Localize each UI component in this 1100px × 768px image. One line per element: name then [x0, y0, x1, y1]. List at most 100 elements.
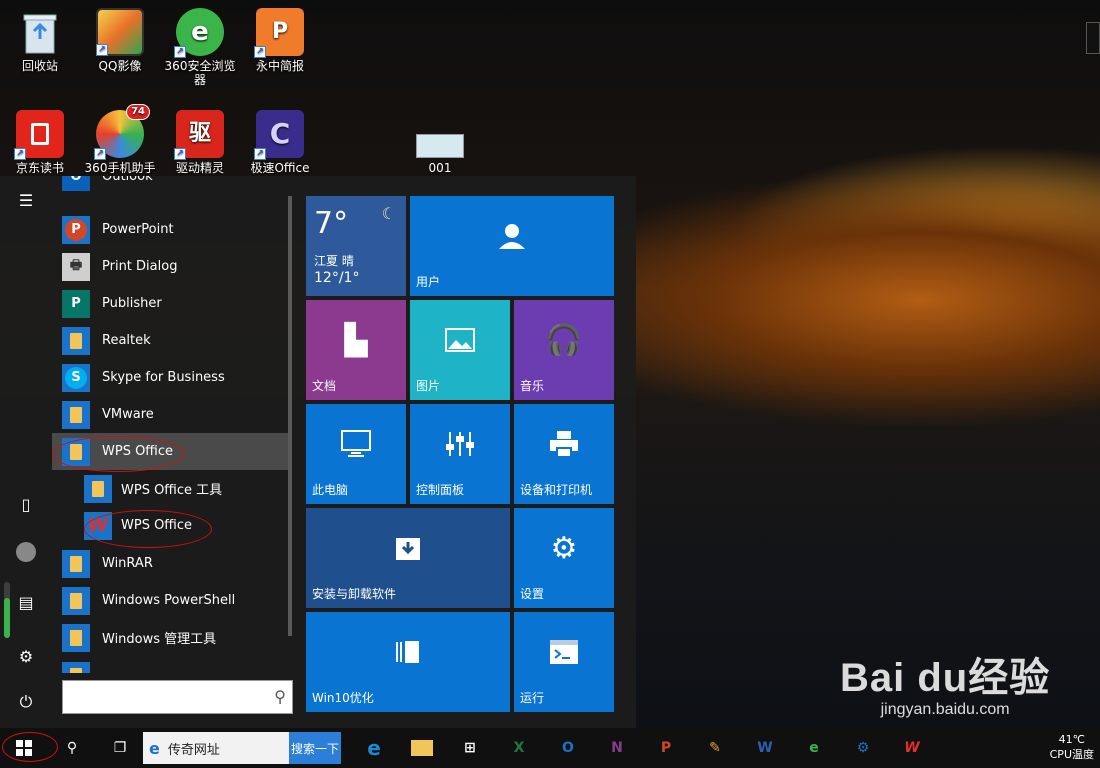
- onenote-icon[interactable]: N: [601, 732, 633, 764]
- app-item-partial[interactable]: [52, 657, 288, 673]
- desktop-icon-driver-genius[interactable]: 驱 ↗ 驱动精灵: [162, 110, 238, 175]
- taskbar-search-button[interactable]: 搜索一下: [289, 732, 341, 764]
- app-list-scrollbar[interactable]: [288, 196, 292, 636]
- jisu-office-icon: C ↗: [254, 110, 304, 160]
- app-item-print-dialog[interactable]: 🖶 Print Dialog: [52, 248, 288, 285]
- tile-win10-optimize[interactable]: Win10优化: [306, 612, 510, 712]
- word-icon[interactable]: W: [749, 732, 781, 764]
- outlook-icon: O: [62, 176, 90, 191]
- tile-this-pc[interactable]: 此电脑: [306, 404, 406, 504]
- cortana-search-icon[interactable]: ⚲: [56, 732, 88, 764]
- app-item-powershell[interactable]: Windows PowerShell: [52, 582, 288, 619]
- taskbar-search-input[interactable]: e 传奇网址: [143, 732, 289, 764]
- app-item-realtek[interactable]: Realtek: [52, 322, 288, 359]
- highlight-ellipse-wps-office: [84, 510, 212, 548]
- start-search-input[interactable]: ⚲: [62, 680, 293, 714]
- powerpoint-icon: P: [62, 215, 90, 244]
- app-item-powerpoint[interactable]: P PowerPoint: [52, 211, 288, 248]
- desktop-icon-jisu-office[interactable]: C ↗ 极速Office: [242, 110, 318, 175]
- top-right-widget: [1086, 22, 1100, 54]
- tablet-icon: [306, 612, 510, 692]
- edge-icon[interactable]: e: [358, 732, 390, 764]
- app-item-vmware[interactable]: VMware: [52, 396, 288, 433]
- documents-icon[interactable]: ▤: [10, 586, 42, 618]
- 360-browser-icon: e ↗: [174, 8, 224, 58]
- excel-icon[interactable]: X: [503, 732, 535, 764]
- desktop-icon-360-phone[interactable]: 74 ↗ 360手机助手: [82, 104, 158, 175]
- task-view-icon[interactable]: ❐: [104, 732, 136, 764]
- power-icon[interactable]: ⏻: [10, 686, 42, 718]
- app-item-admin-tools[interactable]: Windows 管理工具: [52, 619, 288, 656]
- search-icon: ⚲: [274, 687, 286, 706]
- file-explorer-icon[interactable]: [406, 732, 438, 764]
- headphones-icon: 🎧: [545, 322, 583, 358]
- user-icon: [410, 196, 614, 276]
- run-icon: [514, 612, 614, 692]
- cpu-temperature[interactable]: 41℃ CPU温度: [1050, 732, 1094, 762]
- outlook-taskbar-icon[interactable]: O: [552, 732, 584, 764]
- tile-weather[interactable]: 7° ☾ 江夏 晴 12°/1°: [306, 196, 406, 296]
- store-icon[interactable]: ⊞: [454, 732, 486, 764]
- tile-user[interactable]: 用户: [410, 196, 614, 296]
- desktop-icon-qq-image[interactable]: ↗ QQ影像: [82, 8, 158, 73]
- image-file-icon: [416, 134, 464, 158]
- shortcut-arrow-icon: ↗: [174, 46, 186, 58]
- user-avatar-icon[interactable]: [10, 536, 42, 568]
- recycle-bin-icon: [16, 8, 64, 56]
- notification-badge: 74: [126, 104, 150, 120]
- printer-icon: [514, 404, 614, 484]
- desktop-icon-yozo-slides[interactable]: P ↗ 永中简报: [242, 8, 318, 73]
- folder-icon: [62, 586, 90, 615]
- shortcut-arrow-icon: ↗: [96, 44, 108, 56]
- folder-icon: [62, 326, 90, 355]
- folder-icon: [62, 623, 90, 652]
- settings-gear-icon[interactable]: ⚙: [10, 640, 42, 672]
- driver-genius-icon: 驱 ↗: [174, 110, 224, 160]
- shortcut-arrow-icon: ↗: [174, 148, 186, 160]
- shortcut-arrow-icon: ↗: [254, 46, 266, 58]
- baidu-jingyan-watermark: Bai du经验 jingyan.baidu.com: [840, 656, 1051, 718]
- 360-taskbar-icon[interactable]: e: [798, 732, 830, 764]
- app-item-skype[interactable]: S Skype for Business: [52, 359, 288, 396]
- tile-documents[interactable]: ▙ 文档: [306, 300, 406, 400]
- app-item-winrar[interactable]: WinRAR: [52, 545, 288, 582]
- tile-pictures[interactable]: 图片: [410, 300, 510, 400]
- tablet-mode-icon[interactable]: ▯: [10, 488, 42, 520]
- paint-icon[interactable]: ✎: [699, 732, 731, 764]
- shortcut-arrow-icon: ↗: [94, 148, 106, 160]
- hamburger-menu-icon[interactable]: ☰: [10, 184, 42, 216]
- start-rail: ☰ ▯ ▤ ⚙ ⏻: [0, 176, 52, 728]
- app-item-wps-tools[interactable]: WPS Office 工具: [52, 470, 288, 507]
- desktop-icon-recycle-bin[interactable]: 回收站: [2, 8, 78, 73]
- app-item-outlook[interactable]: O Outlook: [52, 176, 288, 195]
- desktop-icon-jd-reader[interactable]: ↗ 京东读书: [2, 110, 78, 175]
- tile-run[interactable]: 运行: [514, 612, 614, 712]
- printer-icon: 🖶: [62, 252, 90, 281]
- tile-music[interactable]: 🎧 音乐: [514, 300, 614, 400]
- highlight-ellipse-start: [2, 732, 58, 762]
- desktop-icon-360-browser[interactable]: e ↗ 360安全浏览器: [162, 8, 238, 87]
- skype-icon: S: [62, 363, 90, 392]
- monitor-icon: [306, 404, 406, 484]
- settings-taskbar-icon[interactable]: ⚙: [847, 732, 879, 764]
- app-item-publisher[interactable]: P Publisher: [52, 285, 288, 322]
- tile-install-uninstall[interactable]: 安装与卸载软件: [306, 508, 510, 608]
- powerpoint-taskbar-icon[interactable]: P: [650, 732, 682, 764]
- green-progress-bar: [4, 582, 10, 638]
- wps-taskbar-icon[interactable]: W: [896, 732, 928, 764]
- highlight-ellipse-wps-folder: [52, 436, 184, 472]
- start-menu: ☰ ▯ ▤ ⚙ ⏻ O Outlook P PowerPoint 🖶 Print…: [0, 176, 636, 728]
- publisher-icon: P: [62, 289, 90, 318]
- tile-settings[interactable]: ⚙ 设置: [514, 508, 614, 608]
- 360-phone-icon: 74 ↗: [94, 104, 150, 160]
- folder-icon: [62, 400, 90, 429]
- desktop-icon-001[interactable]: 001: [402, 134, 478, 175]
- folder-icon: [62, 549, 90, 578]
- sliders-icon: [410, 404, 510, 484]
- document-icon: ▙: [344, 322, 368, 358]
- folder-icon: [84, 474, 112, 503]
- download-box-icon: [306, 508, 510, 588]
- tile-control-panel[interactable]: 控制面板: [410, 404, 510, 504]
- tile-devices-printers[interactable]: 设备和打印机: [514, 404, 614, 504]
- moon-icon: ☾: [381, 204, 396, 223]
